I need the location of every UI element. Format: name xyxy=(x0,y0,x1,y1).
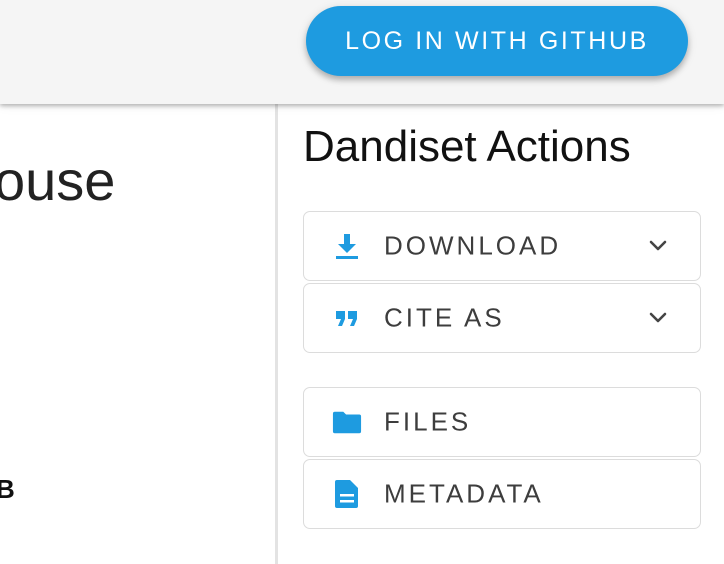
dandiset-title: ouse xyxy=(0,149,116,212)
metadata-button[interactable]: METADATA xyxy=(303,459,701,529)
dandiset-size-value: B xyxy=(0,474,15,504)
files-button[interactable]: FILES xyxy=(303,387,701,457)
files-label: FILES xyxy=(384,406,472,437)
chevron-down-icon xyxy=(646,234,670,258)
document-icon xyxy=(332,479,362,509)
download-icon xyxy=(332,231,362,261)
cite-as-button[interactable]: CITE AS xyxy=(303,283,701,353)
metadata-label: METADATA xyxy=(384,478,544,509)
dandiset-overview-pane: ouse B xyxy=(0,104,275,564)
chevron-down-icon xyxy=(646,306,670,330)
pane-divider xyxy=(275,104,278,564)
dandiset-actions-heading: Dandiset Actions xyxy=(303,122,631,171)
folder-icon xyxy=(332,407,362,437)
app-bar: LOG IN WITH GITHUB xyxy=(0,0,724,104)
download-button[interactable]: DOWNLOAD xyxy=(303,211,701,281)
quote-icon xyxy=(332,303,362,333)
login-with-github-button[interactable]: LOG IN WITH GITHUB xyxy=(306,6,688,76)
main-content: ouse B Dandiset Actions DOWNLOAD CITE AS xyxy=(0,104,724,564)
cite-as-label: CITE AS xyxy=(384,302,505,333)
download-label: DOWNLOAD xyxy=(384,230,562,261)
